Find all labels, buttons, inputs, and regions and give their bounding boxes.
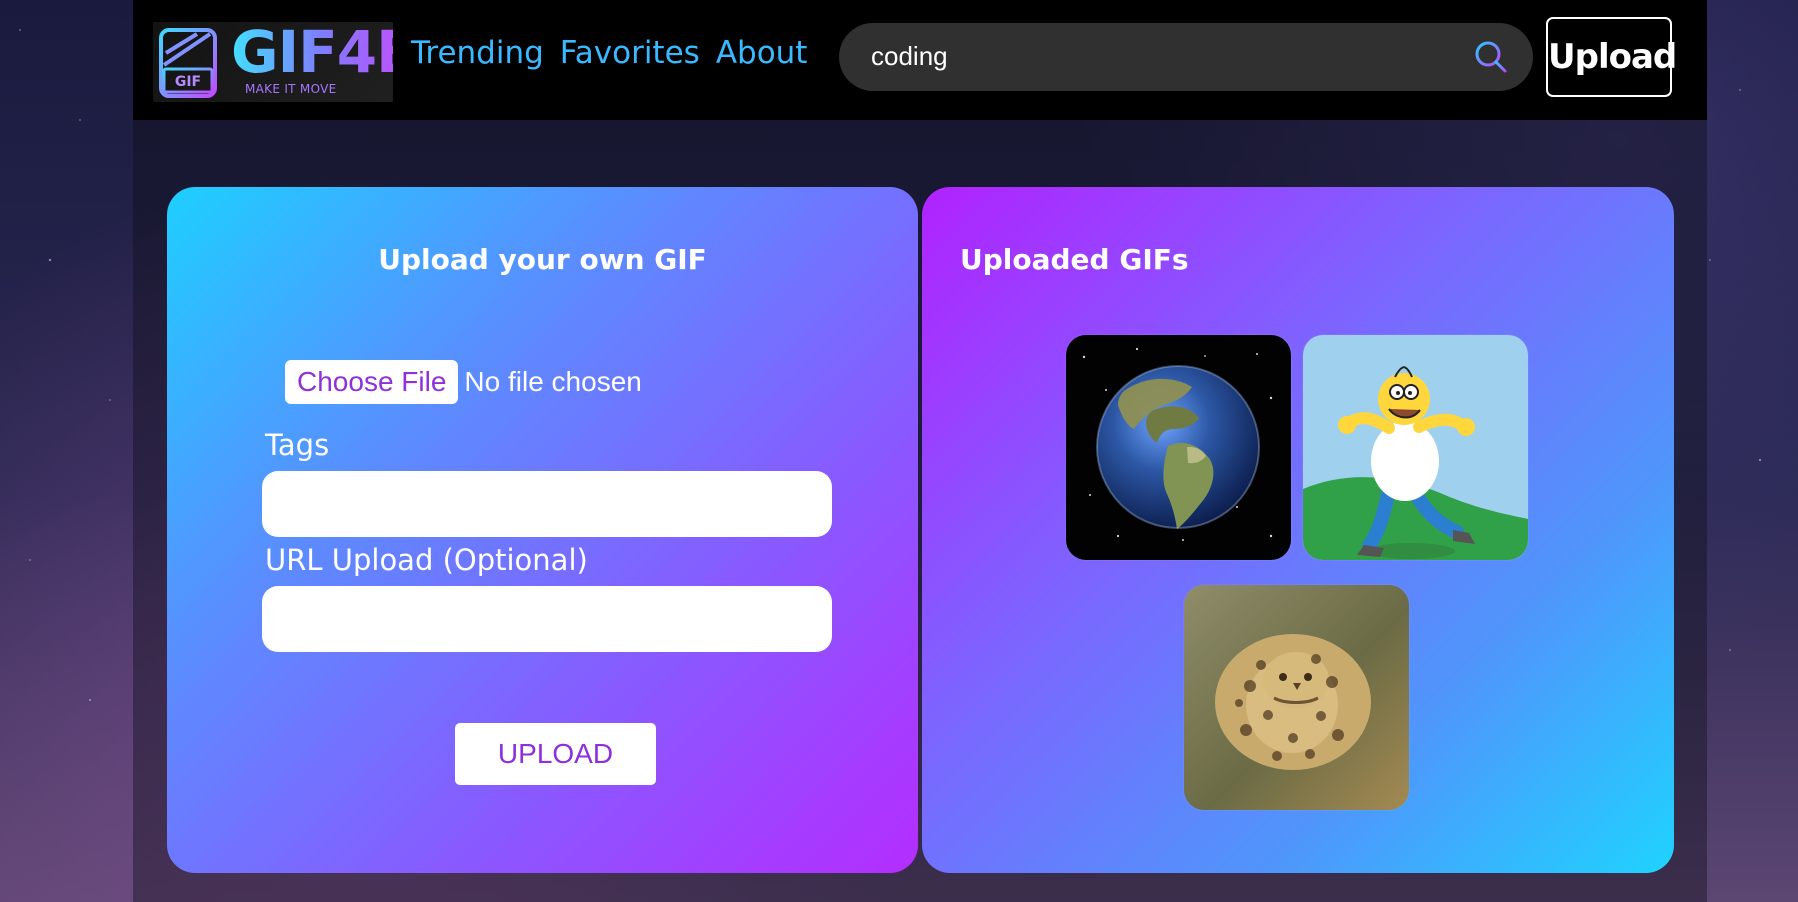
- logo-mark-text: GIF: [175, 74, 201, 90]
- upload-gif-panel: Upload your own GIF Choose File No file …: [167, 187, 918, 873]
- file-status: No file chosen: [464, 366, 642, 397]
- logo-text: GIF4E: [231, 23, 393, 81]
- url-upload-input[interactable]: [262, 586, 832, 652]
- upload-submit-button[interactable]: UPLOAD: [455, 723, 656, 785]
- homer-running-gif: [1303, 335, 1528, 560]
- gif-logo-icon: GIF: [159, 28, 217, 98]
- gif-thumbnail-leopard[interactable]: [1184, 585, 1409, 810]
- url-upload-label: URL Upload (Optional): [265, 543, 588, 577]
- logo-tagline: MAKE IT MOVE: [245, 82, 337, 96]
- top-navigation-bar: GIF GIF4E MAKE IT MOVE Trending Favorite…: [133, 0, 1707, 120]
- uploaded-gifs-title: Uploaded GIFs: [960, 243, 1189, 276]
- upload-panel-title: Upload your own GIF: [378, 243, 707, 276]
- gif-thumbnail-earth[interactable]: [1066, 335, 1291, 560]
- choose-file-button[interactable]: Choose File: [285, 360, 459, 404]
- main-navigation: Trending Favorites About: [411, 38, 807, 69]
- nav-link-trending[interactable]: Trending: [411, 38, 544, 69]
- spinning-earth-gif: [1066, 335, 1291, 560]
- uploaded-gifs-panel: Uploaded GIFs: [922, 187, 1674, 873]
- app-shell: GIF GIF4E MAKE IT MOVE Trending Favorite…: [133, 0, 1707, 902]
- nav-link-favorites[interactable]: Favorites: [560, 38, 700, 69]
- tags-input[interactable]: [262, 471, 832, 537]
- nav-link-about[interactable]: About: [716, 38, 808, 69]
- file-picker: Choose File No file chosen: [285, 360, 642, 404]
- header-upload-button[interactable]: Upload: [1546, 17, 1677, 97]
- search-input[interactable]: [871, 39, 1431, 73]
- logo[interactable]: GIF GIF4E MAKE IT MOVE: [153, 22, 393, 102]
- tags-label: Tags: [265, 428, 330, 462]
- leopard-crouching-gif: [1184, 585, 1409, 810]
- search-icon[interactable]: [1471, 37, 1511, 77]
- gif-thumbnail-homer[interactable]: [1303, 335, 1528, 560]
- search-bar: [839, 23, 1533, 91]
